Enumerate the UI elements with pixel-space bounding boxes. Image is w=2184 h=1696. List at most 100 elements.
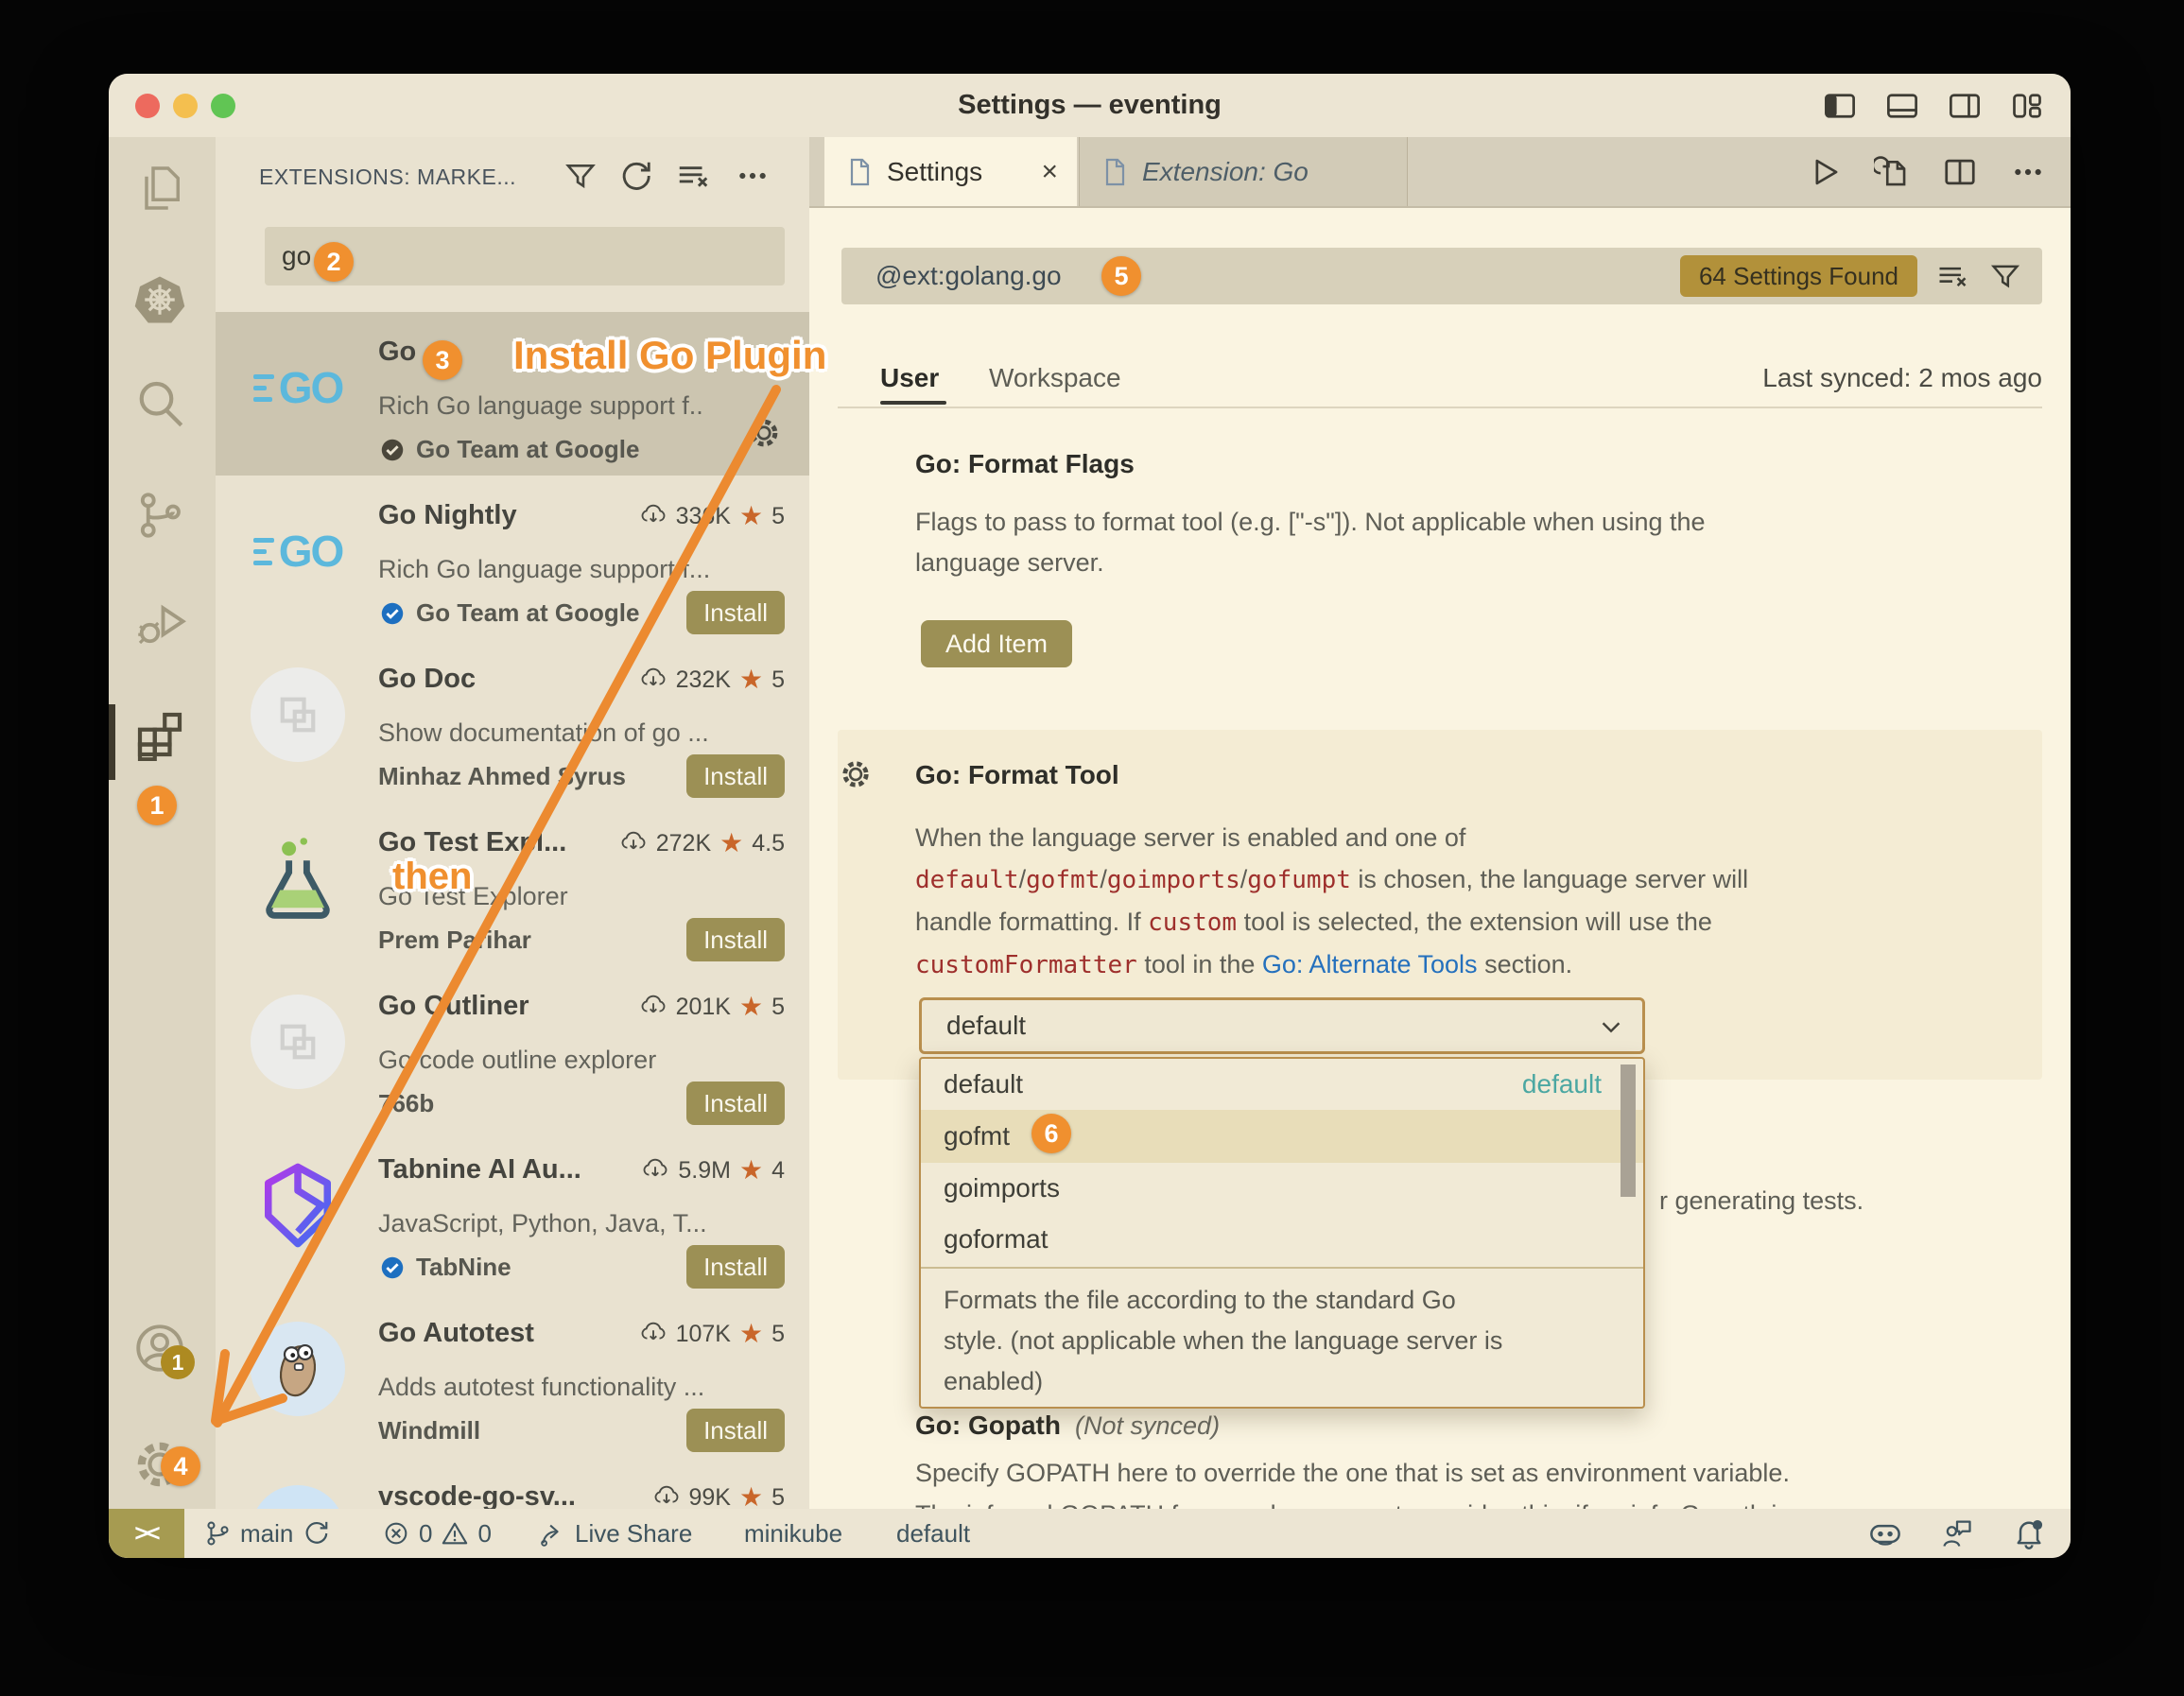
extension-name: vscode-go-sv...	[378, 1481, 576, 1509]
kube-context-status-item[interactable]: minikube	[744, 1509, 842, 1558]
extensions-sidebar: EXTENSIONS: MARKE... go GO Go Rich Go la…	[216, 137, 811, 1509]
extension-name: Tabnine AI Au...	[378, 1154, 581, 1185]
extension-publisher: Go Team at Google	[378, 598, 639, 628]
extension-stats: 272K ★ 4.5	[619, 829, 785, 857]
clear-settings-search-icon[interactable]	[1935, 259, 1969, 293]
extension-publisher: TabNine	[378, 1253, 511, 1282]
problems-status-item[interactable]: 0 0	[382, 1509, 492, 1558]
downloads-icon	[641, 1156, 669, 1185]
dropdown-scrollbar[interactable]	[1621, 1064, 1636, 1197]
extension-publisher: 766b	[378, 1089, 434, 1118]
go-logo: GO	[251, 504, 345, 598]
scope-tab-user[interactable]: User	[880, 357, 939, 399]
customize-layout-icon[interactable]	[2010, 89, 2044, 123]
extension-stats: 5.9M ★ 4	[641, 1156, 785, 1185]
extension-name: Go Doc	[378, 664, 476, 695]
toggle-secondary-sidebar-icon[interactable]	[1948, 89, 1982, 123]
last-synced-label: Last synced: 2 mos ago	[1762, 357, 2042, 399]
tabnine-icon	[251, 1158, 345, 1253]
extension-desc: Show documentation of go ...	[378, 718, 787, 748]
install-button[interactable]: Install	[686, 1409, 785, 1452]
extension-desc: Rich Go language support f...	[378, 555, 787, 584]
extensions-search-input[interactable]: go	[265, 227, 785, 286]
select-value: default	[946, 1000, 1026, 1051]
open-changes-icon[interactable]	[1874, 154, 1910, 190]
filter-settings-icon[interactable]	[1988, 259, 2022, 293]
toggle-panel-icon[interactable]	[1885, 89, 1919, 123]
extension-row-go-doc[interactable]: Go Doc 232K ★ 5 Show documentation of go…	[216, 639, 809, 803]
extension-desc: Go code outline explorer	[378, 1046, 787, 1075]
bell-icon[interactable]	[2012, 1516, 2046, 1550]
extension-row-go-nightly[interactable]: GO Go Nightly 336K ★ 5 Rich Go language …	[216, 476, 809, 639]
more-actions-icon[interactable]	[2010, 154, 2046, 190]
editor-area: Settings × Extension: Go @ext:golang.go …	[809, 137, 2071, 1509]
scope-separator	[838, 407, 2042, 408]
setting-desc-gopath: Specify GOPATH here to override the one …	[915, 1453, 1790, 1494]
extension-publisher: Prem Parihar	[378, 926, 531, 955]
alternate-tools-link[interactable]: Go: Alternate Tools	[1262, 950, 1478, 978]
feedback-icon[interactable]	[1940, 1516, 1974, 1550]
install-button[interactable]: Install	[686, 591, 785, 634]
extension-desc: Rich Go language support f..	[378, 391, 787, 421]
split-editor-icon[interactable]	[1942, 154, 1978, 190]
setting-desc-format-tool: When the language server is enabled and …	[915, 817, 1748, 986]
extension-row-tabnine[interactable]: Tabnine AI Au... 5.9M ★ 4 JavaScript, Py…	[216, 1130, 809, 1293]
close-tab-icon[interactable]: ×	[1041, 156, 1058, 188]
namespace-status-item[interactable]: default	[896, 1509, 970, 1558]
search-icon[interactable]	[133, 377, 186, 430]
placeholder-icon	[251, 667, 345, 762]
extension-row-go[interactable]: GO Go Rich Go language support f.. Go Te…	[216, 312, 809, 476]
install-button[interactable]: Install	[686, 754, 785, 798]
extension-name: Go	[378, 337, 416, 368]
tab-bar: Settings × Extension: Go	[809, 137, 2071, 208]
verified-publisher-icon	[378, 599, 407, 628]
option-goformat[interactable]: goformat	[921, 1214, 1643, 1265]
downloads-icon	[639, 993, 667, 1021]
tab-settings[interactable]: Settings ×	[824, 137, 1077, 206]
extension-desc: JavaScript, Python, Java, T...	[378, 1209, 787, 1238]
option-default[interactable]: default default	[921, 1059, 1643, 1110]
extension-row-go-outliner[interactable]: Go Outliner 201K ★ 5 Go code outline exp…	[216, 966, 809, 1130]
kubernetes-icon[interactable]	[133, 273, 186, 326]
extension-stats: 107K ★ 5	[639, 1320, 785, 1348]
manage-extension-gear-icon[interactable]	[745, 414, 783, 452]
source-control-icon[interactable]	[133, 489, 186, 542]
filter-icon[interactable]	[563, 158, 598, 194]
extension-row-go-test-explorer[interactable]: Go Test Expl... 272K ★ 4.5 Go Test Explo…	[216, 803, 809, 966]
settings-gear-icon[interactable]	[133, 1438, 186, 1491]
install-button[interactable]: Install	[686, 918, 785, 961]
run-icon[interactable]	[1806, 154, 1842, 190]
refresh-icon[interactable]	[617, 158, 653, 194]
more-actions-icon[interactable]	[735, 158, 771, 194]
copilot-icon[interactable]	[1868, 1516, 1902, 1550]
clear-search-icon[interactable]	[675, 158, 711, 194]
downloads-icon	[619, 829, 648, 857]
tab-extension-go[interactable]: Extension: Go	[1079, 137, 1408, 206]
setting-gear-icon[interactable]	[838, 756, 874, 792]
format-tool-select[interactable]: default	[919, 997, 1645, 1054]
files-icon[interactable]	[133, 162, 186, 215]
setting-title-format-tool: Go: Format Tool	[915, 760, 1119, 790]
verified-publisher-icon	[378, 1254, 407, 1282]
option-goimports[interactable]: goimports	[921, 1163, 1643, 1214]
remote-indicator[interactable]: ><	[109, 1509, 184, 1558]
extension-row-vscode-go[interactable]: vscode-go-sv... 99K ★ 5	[216, 1457, 809, 1509]
extensions-search-value: go	[265, 227, 785, 286]
extension-stats: 232K ★ 5	[639, 666, 785, 694]
install-button[interactable]: Install	[686, 1245, 785, 1289]
live-share-status-item[interactable]: Live Share	[538, 1509, 692, 1558]
settings-search-input[interactable]: @ext:golang.go 64 Settings Found	[841, 248, 2042, 304]
branch-status-item[interactable]: main	[203, 1509, 330, 1558]
titlebar: Settings — eventing	[109, 74, 2071, 137]
add-item-button[interactable]: Add Item	[921, 620, 1072, 667]
rating-star-icon: ★	[739, 994, 763, 1020]
extension-row-go-autotest[interactable]: Go Autotest 107K ★ 5 Adds autotest funct…	[216, 1293, 809, 1457]
run-debug-icon[interactable]	[133, 597, 186, 649]
extension-desc: Go Test Explorer	[378, 882, 787, 911]
install-button[interactable]: Install	[686, 1082, 785, 1125]
scope-tab-workspace[interactable]: Workspace	[989, 357, 1121, 399]
extensions-icon[interactable]	[133, 708, 186, 761]
option-gofmt[interactable]: gofmt	[921, 1110, 1643, 1163]
toggle-primary-sidebar-icon[interactable]	[1823, 89, 1857, 123]
settings-search-value: @ext:golang.go	[875, 248, 1062, 304]
